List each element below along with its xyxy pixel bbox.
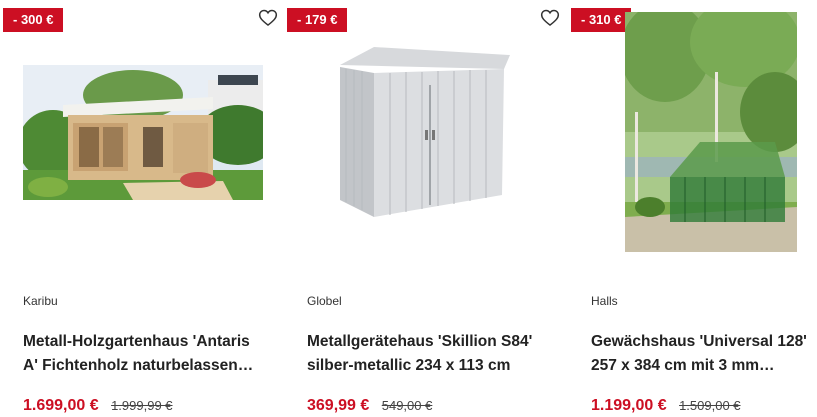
discount-badge: - 310 € bbox=[571, 8, 632, 32]
product-title-line-2: A' Fichtenholz naturbelassen… bbox=[23, 357, 254, 374]
product-brand: Halls bbox=[591, 294, 618, 308]
product-card[interactable]: - 179 € Globel Metallgerätehaus 'Skillio… bbox=[287, 0, 567, 417]
current-price: 1.699,00 € bbox=[23, 397, 99, 414]
product-image-metal-shed[interactable] bbox=[332, 45, 512, 220]
old-price: 1.509,00 € bbox=[679, 398, 741, 413]
discount-badge: - 179 € bbox=[287, 8, 348, 32]
product-brand: Karibu bbox=[23, 294, 58, 308]
old-price: 1.999,99 € bbox=[111, 398, 173, 413]
product-title[interactable]: Metall-Holzgartenhaus 'Antaris A' Fichte… bbox=[23, 330, 273, 378]
product-image-garden-house[interactable] bbox=[23, 65, 263, 200]
product-title-line-1: Metall-Holzgartenhaus 'Antaris bbox=[23, 333, 250, 350]
product-title-line-2: silber-metallic 234 x 113 cm bbox=[307, 357, 511, 374]
price-row: 369,99 € 549,00 € bbox=[307, 397, 432, 415]
price-row: 1.199,00 € 1.509,00 € bbox=[591, 397, 741, 415]
favorite-heart-icon[interactable] bbox=[540, 8, 560, 28]
product-image-greenhouse[interactable] bbox=[625, 12, 797, 252]
favorite-heart-icon[interactable] bbox=[258, 8, 278, 28]
product-title[interactable]: Metallgerätehaus 'Skillion S84' silber-m… bbox=[307, 330, 557, 378]
product-card[interactable]: - 300 € Karibu Metall-Holzgartenhaus 'An… bbox=[3, 0, 283, 417]
product-brand: Globel bbox=[307, 294, 342, 308]
discount-badge: - 300 € bbox=[3, 8, 64, 32]
old-price: 549,00 € bbox=[381, 398, 433, 413]
current-price: 369,99 € bbox=[307, 397, 370, 414]
product-title[interactable]: Gewächshaus 'Universal 128' 257 x 384 cm… bbox=[591, 330, 817, 378]
current-price: 1.199,00 € bbox=[591, 397, 667, 414]
product-title-line-1: Metallgerätehaus 'Skillion S84' bbox=[307, 333, 533, 350]
product-title-line-2: 257 x 384 cm mit 3 mm… bbox=[591, 357, 775, 374]
product-card[interactable]: - 310 € Halls Gewächshaus 'Universal 128… bbox=[571, 0, 817, 417]
product-title-line-1: Gewächshaus 'Universal 128' bbox=[591, 333, 807, 350]
price-row: 1.699,00 € 1.999,99 € bbox=[23, 397, 173, 415]
